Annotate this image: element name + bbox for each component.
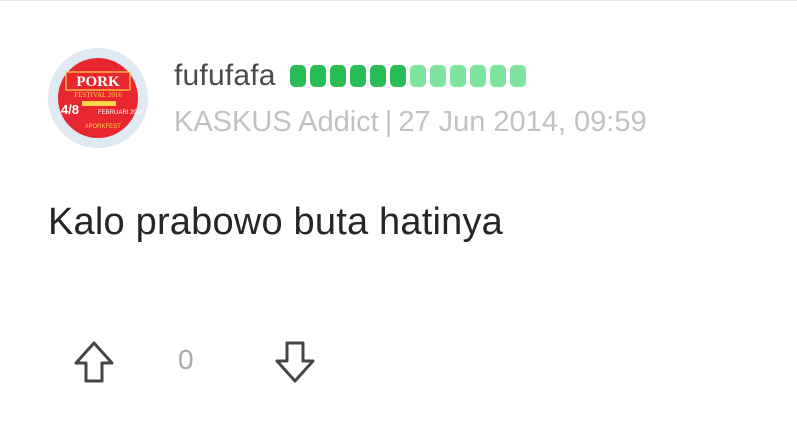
post-card: PORK FESTIVAL 2016 4/8 FEBRUARI 2016 #PO… [0, 0, 797, 448]
avatar-month: FEBRUARI 2016 [98, 110, 144, 116]
post-meta: KASKUS Addict | 27 Jun 2014, 09:59 [174, 106, 647, 139]
upvote-button[interactable] [72, 339, 116, 385]
reputation-dot [289, 65, 306, 87]
avatar-date: 4/8 [61, 102, 79, 117]
post-header: fufufafa [174, 57, 526, 95]
reputation-dot [369, 65, 386, 87]
reputation-dot [409, 65, 426, 87]
reputation-dot [509, 65, 526, 87]
avatar-image: PORK FESTIVAL 2016 4/8 FEBRUARI 2016 #PO… [48, 48, 148, 148]
reputation-dot [349, 65, 366, 87]
reputation-dot [389, 65, 406, 87]
avatar[interactable]: PORK FESTIVAL 2016 4/8 FEBRUARI 2016 #PO… [48, 48, 148, 148]
reputation-dot [329, 65, 346, 87]
avatar-line1: PORK [76, 74, 120, 90]
meta-separator: | [384, 106, 393, 138]
arrow-up-outline-icon [74, 341, 114, 383]
arrow-down-outline-icon [275, 341, 315, 383]
reputation-bar [289, 65, 526, 87]
reputation-dot [309, 65, 326, 87]
avatar-line2: FESTIVAL 2016 [74, 91, 122, 99]
reputation-dot [489, 65, 506, 87]
username[interactable]: fufufafa [174, 59, 276, 93]
reputation-dot [469, 65, 486, 87]
vote-count: 0 [178, 344, 194, 375]
avatar-hashtag: #PORKFEST [85, 124, 121, 130]
reputation-dot [429, 65, 446, 87]
post-timestamp: 27 Jun 2014, 09:59 [398, 106, 647, 138]
reputation-dot [449, 65, 466, 87]
user-rank: KASKUS Addict [174, 106, 379, 138]
post-body: Kalo prabowo buta hatinya [48, 201, 503, 243]
downvote-button[interactable] [273, 339, 317, 385]
